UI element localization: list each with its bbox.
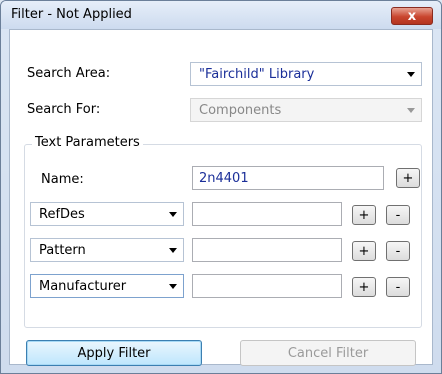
param-remove-button-1[interactable]: - (386, 205, 410, 225)
param-field-value: Manufacturer (39, 279, 127, 294)
cancel-filter-button: Cancel Filter (240, 340, 416, 366)
minus-icon: - (395, 243, 401, 259)
chevron-down-icon (407, 72, 415, 77)
param-remove-button-2[interactable]: - (386, 241, 410, 261)
name-add-button[interactable]: + (396, 168, 420, 188)
apply-filter-label: Apply Filter (77, 345, 151, 361)
close-icon: x (407, 8, 417, 24)
filter-dialog: Filter - Not Applied x Search Area: "Fai… (0, 0, 442, 374)
search-area-dropdown[interactable]: "Fairchild" Library (190, 62, 422, 86)
param-field-dropdown-1[interactable]: RefDes (30, 202, 184, 226)
param-remove-button-3[interactable]: - (386, 277, 410, 297)
name-label: Name: (41, 172, 84, 187)
plus-icon: + (358, 207, 370, 223)
plus-icon: + (358, 243, 370, 259)
chevron-down-icon (169, 212, 177, 217)
apply-filter-button[interactable]: Apply Filter (26, 340, 202, 366)
minus-icon: - (395, 207, 401, 223)
search-for-dropdown: Components (190, 98, 422, 122)
param-add-button-1[interactable]: + (352, 205, 376, 225)
param-field-value: RefDes (39, 207, 85, 222)
chevron-down-icon (169, 284, 177, 289)
dialog-body: Search Area: "Fairchild" Library Search … (9, 29, 433, 366)
param-value-input-3[interactable] (192, 274, 342, 298)
window-title: Filter - Not Applied (11, 7, 132, 22)
search-area-label: Search Area: (27, 66, 111, 81)
param-field-dropdown-3[interactable]: Manufacturer (30, 274, 184, 298)
chevron-down-icon (169, 248, 177, 253)
plus-icon: + (358, 279, 370, 295)
param-add-button-3[interactable]: + (352, 277, 376, 297)
search-for-label: Search For: (27, 102, 101, 117)
text-parameters-title: Text Parameters (32, 135, 143, 150)
param-field-value: Pattern (39, 243, 86, 258)
search-for-value: Components (199, 103, 282, 118)
plus-icon: + (402, 170, 414, 186)
name-value: 2n4401 (199, 171, 249, 186)
param-add-button-2[interactable]: + (352, 241, 376, 261)
close-button[interactable]: x (391, 7, 433, 25)
search-area-value: "Fairchild" Library (199, 67, 315, 82)
name-input[interactable]: 2n4401 (192, 166, 384, 190)
param-field-dropdown-2[interactable]: Pattern (30, 238, 184, 262)
param-value-input-1[interactable] (192, 202, 342, 226)
minus-icon: - (395, 279, 401, 295)
cancel-filter-label: Cancel Filter (287, 345, 369, 361)
param-value-input-2[interactable] (192, 238, 342, 262)
chevron-down-icon (407, 108, 415, 113)
title-bar[interactable]: Filter - Not Applied x (1, 1, 441, 29)
